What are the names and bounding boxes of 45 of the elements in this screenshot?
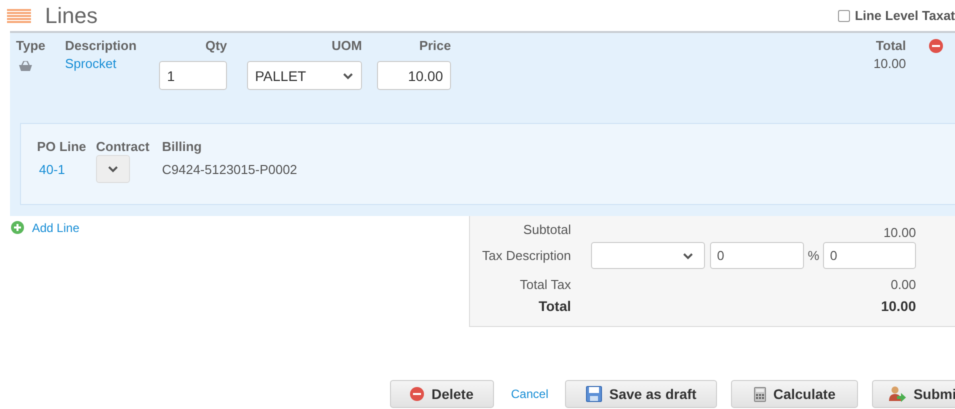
line-level-taxation-checkbox[interactable] [838, 10, 850, 22]
save-icon [586, 386, 602, 402]
remove-icon[interactable] [929, 39, 943, 53]
column-header: Type [16, 39, 46, 53]
subtotal-value: 10.00 [882, 224, 916, 240]
column-header: Billing [162, 140, 203, 154]
action-button[interactable]: Submi [872, 380, 955, 408]
column-header: UOM [330, 39, 362, 53]
user-arrow-icon [888, 386, 906, 402]
price-field[interactable]: 10.00 [377, 61, 451, 90]
qty-field[interactable]: 1 [159, 61, 227, 90]
line-total: 10.00 [873, 56, 906, 71]
uom-dropdown[interactable]: PALLET [247, 61, 362, 90]
percent-sign: % [806, 248, 820, 263]
tax-description-dropdown[interactable] [591, 242, 705, 269]
section-title: Lines [45, 2, 98, 28]
chevron-down-icon [342, 72, 354, 80]
lines-icon [7, 8, 31, 22]
column-header: PO Line [37, 140, 88, 154]
calculator-icon [754, 386, 766, 402]
checkbox-label: Line Level Taxat [854, 8, 955, 23]
column-header: Description [65, 39, 138, 53]
action-button[interactable]: Delete [390, 380, 494, 408]
tax-percent-field[interactable]: 0 [823, 242, 916, 269]
chevron-down-icon [107, 165, 119, 173]
contract-dropdown[interactable] [96, 155, 130, 183]
add-icon[interactable] [11, 221, 24, 234]
total-tax-value: 0.00 [890, 277, 916, 292]
column-header: Contract [96, 140, 150, 154]
tax-description-label: Tax Description [481, 248, 571, 263]
column-header: Price [418, 39, 451, 53]
total-label: Total [538, 298, 571, 314]
tax-amount-field[interactable]: 0 [710, 242, 804, 269]
column-header: Qty [204, 39, 227, 53]
action-button[interactable]: Calculate [731, 380, 858, 408]
total-tax-label: Total Tax [518, 277, 571, 292]
delete-icon [410, 387, 424, 401]
add-line-link[interactable]: Add Line [32, 221, 80, 235]
column-header: Total [874, 39, 906, 53]
cancel-link[interactable]: Cancel [511, 387, 548, 401]
action-button[interactable]: Save as draft [565, 380, 718, 408]
total-value: 10.00 [880, 298, 916, 314]
subtotal-label: Subtotal [522, 222, 571, 239]
billing-code: C9424-5123015-P0002 [162, 162, 298, 177]
chevron-down-icon [682, 252, 694, 260]
